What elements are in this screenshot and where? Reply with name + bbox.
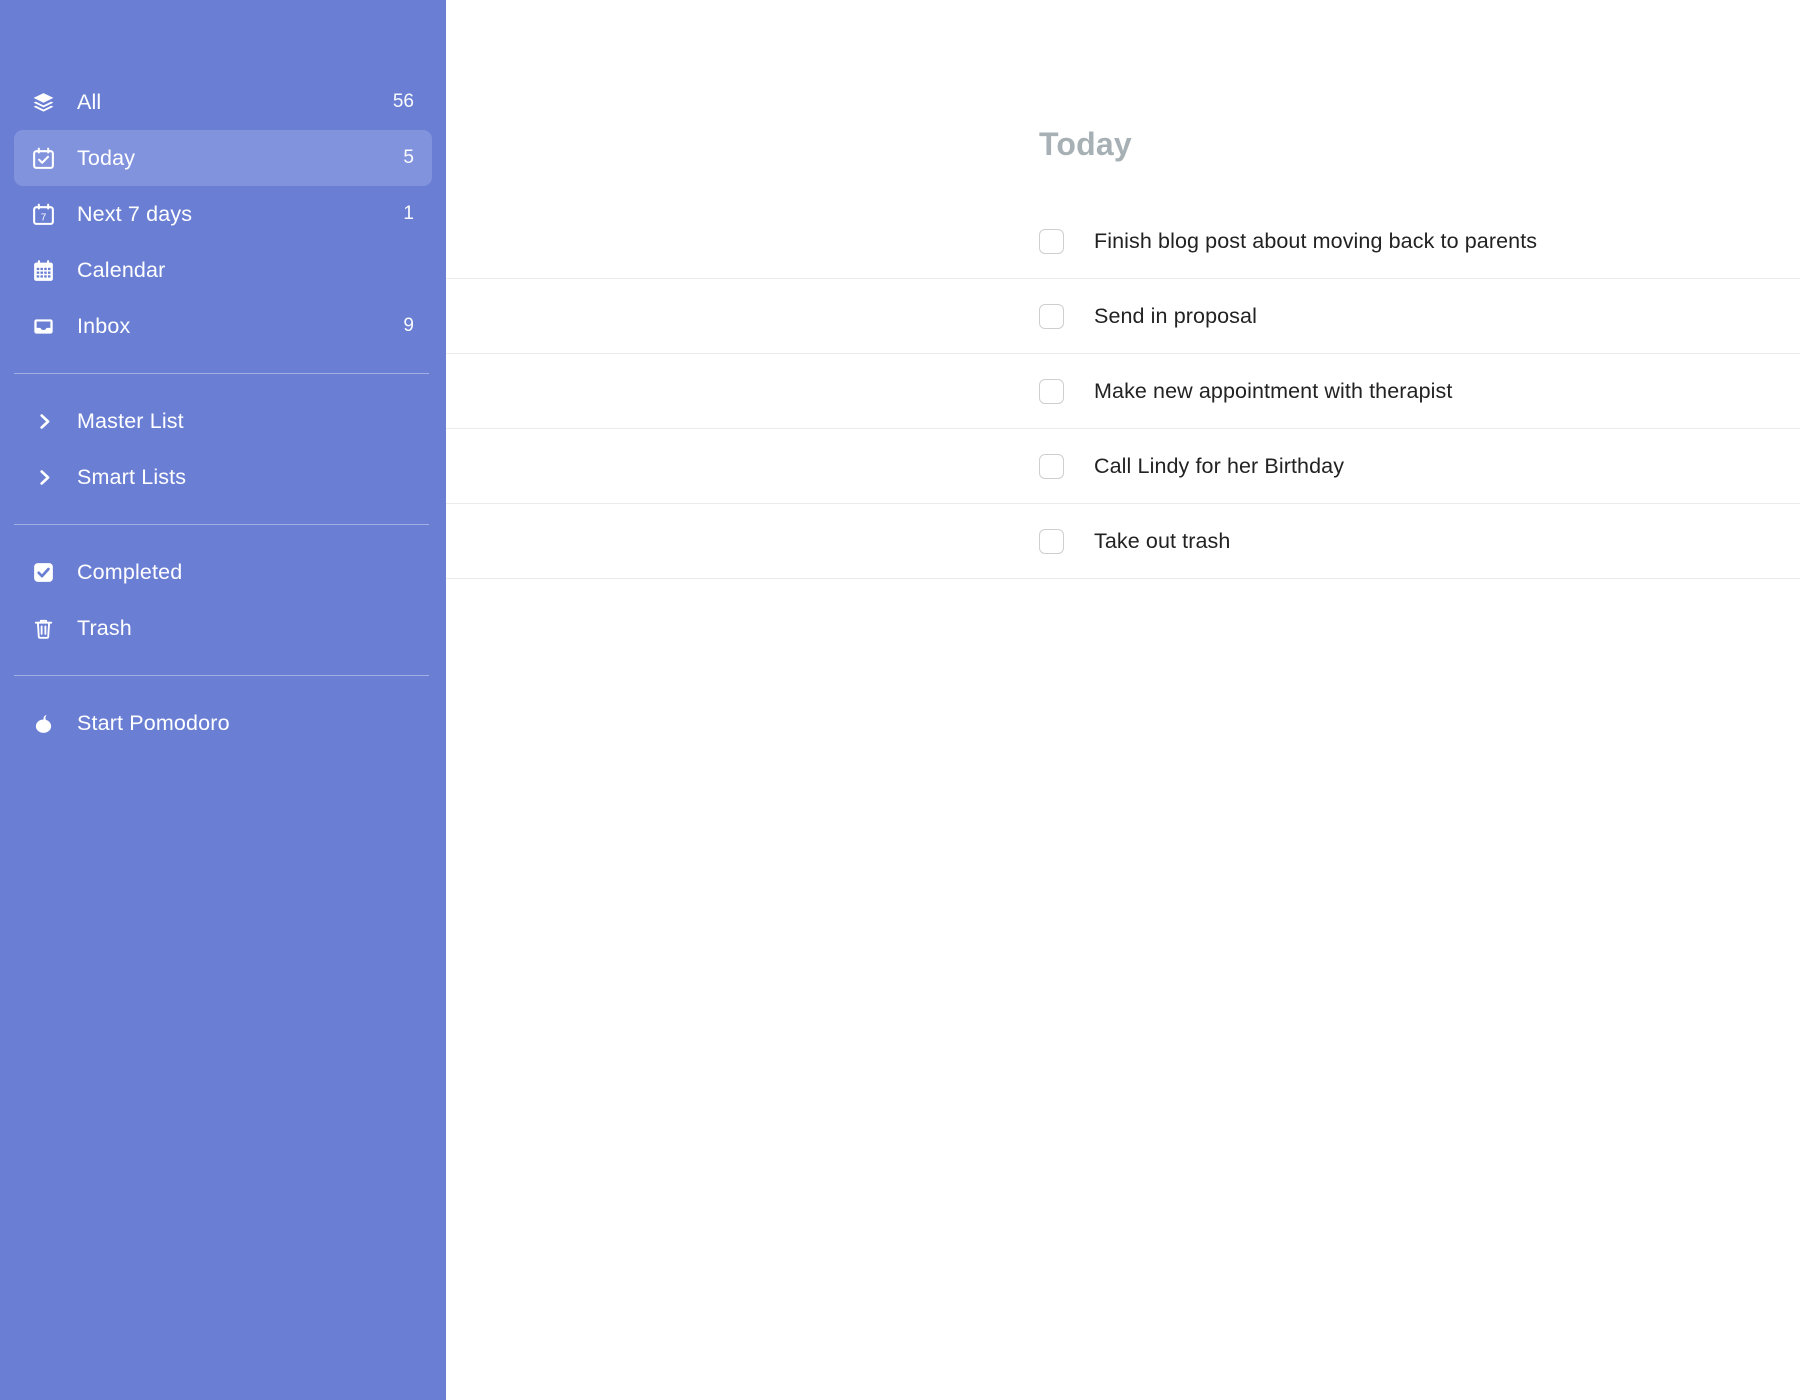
layers-icon bbox=[31, 90, 61, 115]
calendar-check-icon bbox=[31, 146, 61, 171]
checkbox-checked-icon bbox=[31, 560, 61, 585]
sidebar-item-calendar[interactable]: Calendar bbox=[14, 242, 432, 298]
calendar-seven-icon: 7 bbox=[31, 202, 61, 227]
task-row[interactable]: Make new appointment with therapist bbox=[446, 354, 1800, 429]
chevron-right-icon[interactable] bbox=[31, 412, 61, 431]
task-label: Finish blog post about moving back to pa… bbox=[1094, 228, 1538, 253]
start-pomodoro-button[interactable]: Start Pomodoro bbox=[14, 695, 432, 751]
sidebar-item-count: 5 bbox=[403, 147, 414, 168]
sidebar-divider-1 bbox=[14, 373, 429, 374]
task-label: Take out trash bbox=[1094, 528, 1231, 553]
app-window: All 56 Today 5 7 Next 7 days 1 Calendar … bbox=[0, 0, 1800, 1400]
task-checkbox[interactable] bbox=[1039, 528, 1064, 554]
task-label: Make new appointment with therapist bbox=[1094, 378, 1453, 403]
page-title: Today bbox=[1039, 126, 1132, 162]
sidebar-item-trash[interactable]: Trash bbox=[14, 600, 432, 656]
sidebar-item-master-list[interactable]: Master List bbox=[14, 393, 432, 449]
sidebar-item-label: Next 7 days bbox=[77, 201, 193, 226]
task-row[interactable]: Take out trash bbox=[446, 504, 1800, 579]
sidebar-item-smart-lists[interactable]: Smart Lists bbox=[14, 449, 432, 505]
task-label: Send in proposal bbox=[1094, 303, 1257, 328]
calendar-grid-icon bbox=[31, 258, 61, 283]
sidebar-item-label: Trash bbox=[77, 615, 132, 640]
start-pomodoro-label: Start Pomodoro bbox=[77, 710, 230, 735]
trash-icon bbox=[31, 616, 61, 641]
sidebar-primary-group: All 56 Today 5 7 Next 7 days 1 Calendar … bbox=[0, 74, 446, 354]
inbox-tray-icon bbox=[31, 314, 61, 339]
sidebar-pomodoro-group: Start Pomodoro bbox=[0, 695, 446, 751]
sidebar: All 56 Today 5 7 Next 7 days 1 Calendar … bbox=[0, 0, 446, 1400]
sidebar-divider-3 bbox=[14, 675, 429, 676]
sidebar-item-label: Smart Lists bbox=[77, 464, 187, 489]
main-content: Today Finish blog post about moving back… bbox=[446, 0, 1800, 1400]
sidebar-item-label: Today bbox=[77, 145, 136, 170]
sidebar-item-label: Calendar bbox=[77, 257, 166, 282]
svg-text:7: 7 bbox=[41, 212, 47, 223]
task-checkbox[interactable] bbox=[1039, 378, 1064, 404]
sidebar-item-today[interactable]: Today 5 bbox=[14, 130, 432, 186]
tomato-icon bbox=[31, 711, 61, 736]
sidebar-utility-group: Completed Trash bbox=[0, 544, 446, 656]
sidebar-item-label: Master List bbox=[77, 408, 184, 433]
task-checkbox[interactable] bbox=[1039, 303, 1064, 329]
sidebar-item-label: Completed bbox=[77, 559, 183, 584]
task-checkbox[interactable] bbox=[1039, 453, 1064, 479]
sidebar-item-next-7-days[interactable]: 7 Next 7 days 1 bbox=[14, 186, 432, 242]
sidebar-item-count: 1 bbox=[403, 203, 414, 224]
sidebar-item-all[interactable]: All 56 bbox=[14, 74, 432, 130]
task-checkbox[interactable] bbox=[1039, 228, 1064, 254]
sidebar-item-count: 56 bbox=[392, 91, 414, 112]
sidebar-item-label: Inbox bbox=[77, 313, 131, 338]
task-list: Finish blog post about moving back to pa… bbox=[446, 204, 1800, 579]
main-inner: Today Finish blog post about moving back… bbox=[446, 0, 1800, 579]
sidebar-item-label: All bbox=[77, 89, 102, 114]
sidebar-lists-group: Master List Smart Lists bbox=[0, 393, 446, 505]
sidebar-divider-2 bbox=[14, 524, 429, 525]
task-label: Call Lindy for her Birthday bbox=[1094, 453, 1345, 478]
sidebar-item-inbox[interactable]: Inbox 9 bbox=[14, 298, 432, 354]
task-row[interactable]: Send in proposal bbox=[446, 279, 1800, 354]
chevron-right-icon[interactable] bbox=[31, 468, 61, 487]
sidebar-item-completed[interactable]: Completed bbox=[14, 544, 432, 600]
task-row[interactable]: Call Lindy for her Birthday bbox=[446, 429, 1800, 504]
task-row[interactable]: Finish blog post about moving back to pa… bbox=[446, 204, 1800, 279]
sidebar-item-count: 9 bbox=[403, 315, 414, 336]
